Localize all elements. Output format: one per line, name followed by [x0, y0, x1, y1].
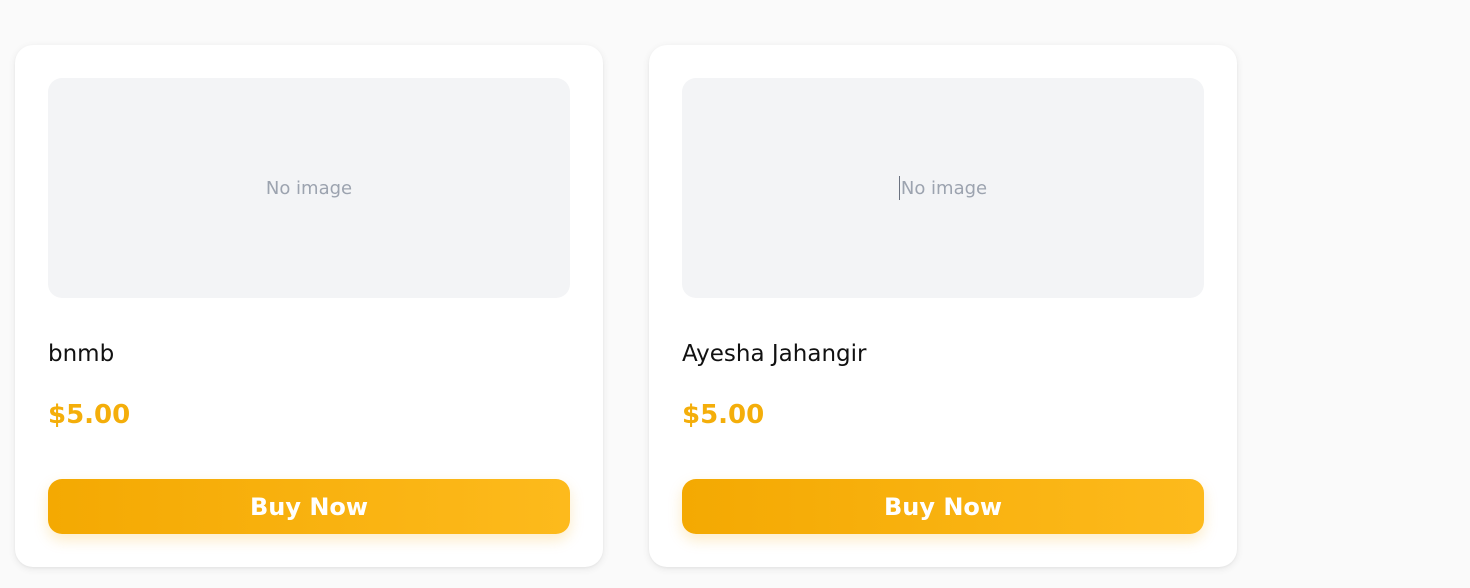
no-image-text: No image [265, 177, 353, 199]
product-image-placeholder: No image [48, 78, 570, 298]
product-card: No image bnmb $5.00 Buy Now [15, 45, 603, 567]
product-grid: No image bnmb $5.00 Buy Now No image Aye… [0, 0, 1470, 588]
product-name: bnmb [48, 341, 115, 367]
text-cursor [898, 176, 900, 200]
no-image-text: No image [900, 177, 988, 199]
product-name: Ayesha Jahangir [682, 341, 867, 367]
product-price: $5.00 [48, 400, 131, 430]
product-card: No image Ayesha Jahangir $5.00 Buy Now [649, 45, 1237, 567]
product-price: $5.00 [682, 400, 765, 430]
product-image-placeholder: No image [682, 78, 1204, 298]
buy-now-button[interactable]: Buy Now [48, 479, 570, 534]
buy-now-button[interactable]: Buy Now [682, 479, 1204, 534]
